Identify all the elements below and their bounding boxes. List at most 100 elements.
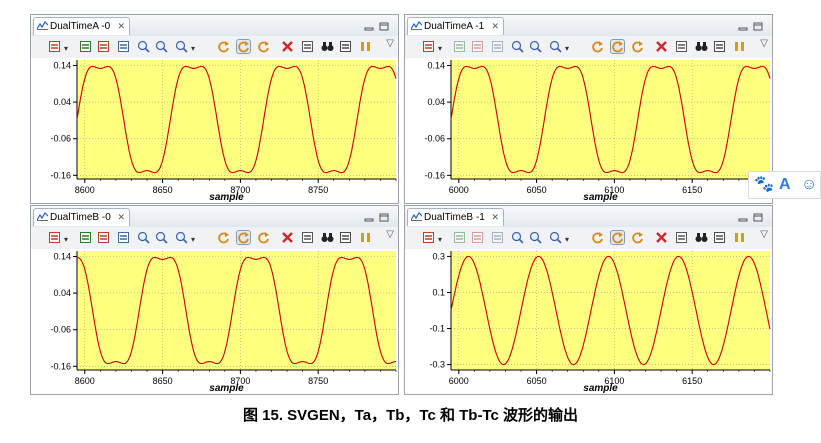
view-menu-icon[interactable]: ▽	[386, 38, 394, 49]
zoom-fit-icon[interactable]	[175, 40, 188, 53]
dropdown-arrow-icon[interactable]: ▾	[565, 235, 569, 244]
x-axis-label: sample	[209, 383, 244, 394]
auto-scale-icon[interactable]	[257, 40, 270, 53]
pin-icon[interactable]	[339, 40, 352, 53]
x-axis-label: sample	[209, 192, 244, 203]
properties-icon[interactable]	[301, 40, 314, 53]
close-tab-icon[interactable]: ✕	[117, 18, 125, 35]
export-icon[interactable]	[491, 40, 504, 53]
align-icon[interactable]	[471, 231, 484, 244]
remove-icon[interactable]	[281, 231, 294, 244]
align-icon[interactable]	[97, 231, 110, 244]
zoom-in-icon[interactable]	[137, 231, 150, 244]
binoculars-icon[interactable]	[321, 231, 334, 244]
zoom-fit-icon[interactable]	[175, 231, 188, 244]
dropdown-arrow-icon[interactable]: ▾	[438, 235, 442, 244]
probe-icon[interactable]	[422, 40, 435, 53]
auto-scale-icon[interactable]	[631, 40, 644, 53]
minimize-icon[interactable]	[364, 209, 374, 222]
dropdown-arrow-icon[interactable]: ▾	[565, 44, 569, 53]
dropdown-arrow-icon[interactable]: ▾	[64, 235, 68, 244]
refresh-icon[interactable]	[217, 231, 230, 244]
maximize-icon[interactable]	[753, 209, 763, 222]
minimize-icon[interactable]	[738, 209, 748, 222]
zoom-out-icon[interactable]	[529, 231, 542, 244]
zoom-in-icon[interactable]	[511, 40, 524, 53]
x-tick-label: 8600	[75, 376, 95, 386]
zoom-fit-icon[interactable]	[549, 231, 562, 244]
continuous-refresh-icon[interactable]	[236, 39, 251, 54]
pause-icon[interactable]	[733, 40, 746, 53]
remove-icon[interactable]	[655, 40, 668, 53]
refresh-icon[interactable]	[591, 231, 604, 244]
view-menu-icon[interactable]: ▽	[386, 229, 394, 240]
properties-icon[interactable]	[301, 231, 314, 244]
zoom-out-icon[interactable]	[529, 40, 542, 53]
zoom-out-icon[interactable]	[155, 40, 168, 53]
pause-icon[interactable]	[359, 40, 372, 53]
close-tab-icon[interactable]: ✕	[491, 18, 499, 35]
binoculars-icon[interactable]	[695, 40, 708, 53]
letter-a-icon[interactable]: A	[779, 175, 791, 195]
export-icon[interactable]	[491, 231, 504, 244]
export-icon[interactable]	[117, 40, 130, 53]
graph-icon	[36, 19, 49, 30]
sync-scroll-icon[interactable]	[453, 40, 466, 53]
close-tab-icon[interactable]: ✕	[117, 209, 125, 226]
properties-icon[interactable]	[675, 40, 688, 53]
dropdown-arrow-icon[interactable]: ▾	[191, 44, 195, 53]
binoculars-icon[interactable]	[695, 231, 708, 244]
pause-icon[interactable]	[359, 231, 372, 244]
auto-scale-icon[interactable]	[257, 231, 270, 244]
tab-graph[interactable]: DualTimeB -1 ✕	[407, 208, 504, 226]
pin-icon[interactable]	[339, 231, 352, 244]
properties-icon[interactable]	[675, 231, 688, 244]
paw-icon[interactable]: 🐾	[754, 175, 774, 195]
align-icon[interactable]	[97, 40, 110, 53]
window-controls	[364, 209, 394, 222]
view-menu-icon[interactable]: ▽	[760, 229, 768, 240]
probe-icon[interactable]	[48, 40, 61, 53]
refresh-icon[interactable]	[591, 40, 604, 53]
tab-graph[interactable]: DualTimeB -0 ✕	[33, 208, 130, 226]
probe-icon[interactable]	[48, 231, 61, 244]
view-menu-icon[interactable]: ▽	[760, 38, 768, 49]
window-controls	[364, 18, 394, 31]
x-tick-label: 8750	[308, 185, 328, 195]
tab-graph[interactable]: DualTimeA -1 ✕	[407, 17, 504, 35]
pin-icon[interactable]	[713, 231, 726, 244]
refresh-icon[interactable]	[217, 40, 230, 53]
minimize-icon[interactable]	[738, 18, 748, 31]
plot-area: 0.14 0.04 -0.06 -0.16 6000 6050 6100 6150 sample	[405, 58, 772, 203]
dropdown-arrow-icon[interactable]: ▾	[191, 235, 195, 244]
remove-icon[interactable]	[281, 40, 294, 53]
align-icon[interactable]	[471, 40, 484, 53]
dropdown-arrow-icon[interactable]: ▾	[438, 44, 442, 53]
zoom-in-icon[interactable]	[511, 231, 524, 244]
pin-icon[interactable]	[713, 40, 726, 53]
zoom-fit-icon[interactable]	[549, 40, 562, 53]
smile-icon[interactable]: ☺	[801, 175, 817, 195]
pause-icon[interactable]	[733, 231, 746, 244]
export-icon[interactable]	[117, 231, 130, 244]
continuous-refresh-icon[interactable]	[610, 39, 625, 54]
tab-graph[interactable]: DualTimeA -0 ✕	[33, 17, 130, 35]
maximize-icon[interactable]	[753, 18, 763, 31]
sync-scroll-icon[interactable]	[453, 231, 466, 244]
zoom-in-icon[interactable]	[137, 40, 150, 53]
continuous-refresh-icon[interactable]	[610, 230, 625, 245]
continuous-refresh-icon[interactable]	[236, 230, 251, 245]
binoculars-icon[interactable]	[321, 40, 334, 53]
sync-scroll-icon[interactable]	[79, 231, 92, 244]
maximize-icon[interactable]	[379, 18, 389, 31]
remove-icon[interactable]	[655, 231, 668, 244]
y-tick-label: -0.06	[50, 134, 71, 144]
sync-scroll-icon[interactable]	[79, 40, 92, 53]
auto-scale-icon[interactable]	[631, 231, 644, 244]
close-tab-icon[interactable]: ✕	[491, 209, 499, 226]
zoom-out-icon[interactable]	[155, 231, 168, 244]
minimize-icon[interactable]	[364, 18, 374, 31]
maximize-icon[interactable]	[379, 209, 389, 222]
dropdown-arrow-icon[interactable]: ▾	[64, 44, 68, 53]
probe-icon[interactable]	[422, 231, 435, 244]
